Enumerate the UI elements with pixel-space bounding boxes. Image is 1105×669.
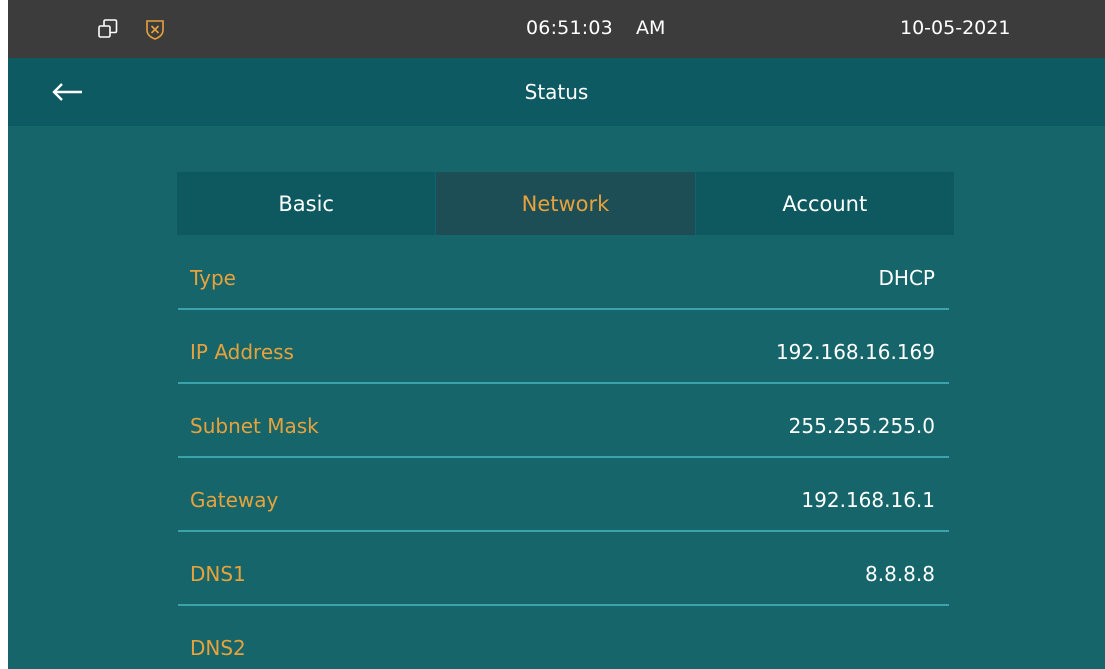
row-dns1: DNS1 8.8.8.8 bbox=[178, 532, 949, 606]
row-label: Type bbox=[190, 266, 236, 290]
row-gateway: Gateway 192.168.16.1 bbox=[178, 458, 949, 532]
row-label: Subnet Mask bbox=[190, 414, 319, 438]
page-title: Status bbox=[524, 80, 589, 104]
clock-ampm: AM bbox=[636, 17, 666, 39]
row-subnet-mask: Subnet Mask 255.255.255.0 bbox=[178, 384, 949, 458]
row-label: DNS2 bbox=[190, 636, 246, 660]
tab-account[interactable]: Account bbox=[696, 172, 954, 235]
row-label: IP Address bbox=[190, 340, 294, 364]
row-value: 255.255.255.0 bbox=[788, 414, 935, 438]
row-ip-address: IP Address 192.168.16.169 bbox=[178, 310, 949, 384]
row-label: Gateway bbox=[190, 488, 279, 512]
row-type: Type DHCP bbox=[178, 236, 949, 310]
date-display: 10-05-2021 bbox=[900, 17, 1011, 39]
device-screen: 06:51:03 AM 10-05-2021 Status Basic Netw… bbox=[8, 0, 1105, 669]
tab-network[interactable]: Network bbox=[436, 172, 696, 235]
row-value: 8.8.8.8 bbox=[865, 562, 935, 586]
copy-windows-icon bbox=[97, 18, 119, 40]
row-value: DHCP bbox=[878, 266, 935, 290]
shield-icon bbox=[144, 18, 166, 40]
network-info-list: Type DHCP IP Address 192.168.16.169 Subn… bbox=[178, 236, 949, 666]
row-value: 192.168.16.1 bbox=[801, 488, 935, 512]
tab-basic[interactable]: Basic bbox=[177, 172, 437, 235]
row-dns2: DNS2 bbox=[178, 606, 949, 666]
tab-bar: Basic Network Account bbox=[177, 172, 954, 235]
title-bar: Status bbox=[8, 58, 1105, 126]
row-value: 192.168.16.169 bbox=[775, 340, 935, 364]
row-label: DNS1 bbox=[190, 562, 246, 586]
status-bar: 06:51:03 AM 10-05-2021 bbox=[8, 0, 1105, 58]
clock-time: 06:51:03 bbox=[526, 17, 613, 39]
